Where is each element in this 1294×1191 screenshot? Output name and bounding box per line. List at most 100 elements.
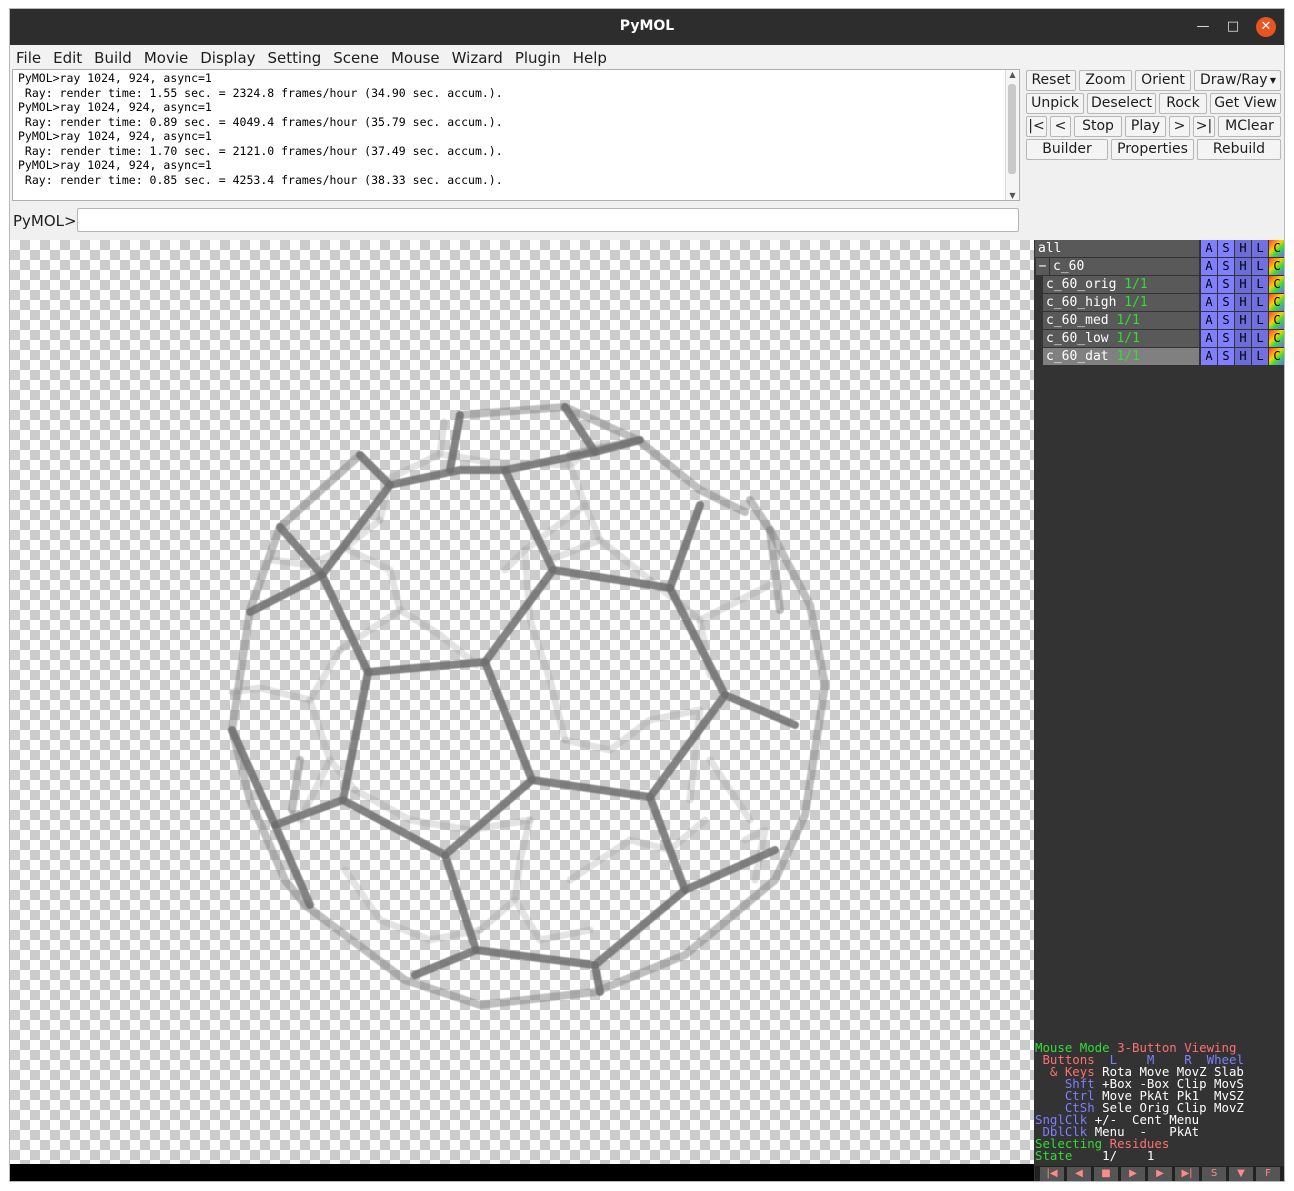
previous-frame-button[interactable]: <	[1050, 116, 1071, 137]
hide-button[interactable]: H	[1235, 312, 1251, 329]
last-frame-button[interactable]: >|	[1193, 116, 1215, 137]
color-button[interactable]: C	[1269, 240, 1284, 257]
triangle-down-icon[interactable]: ▼	[1229, 1167, 1253, 1181]
object-row-c60-orig[interactable]: c_60_orig 1/1 A S H L C	[1043, 276, 1284, 293]
object-row-c60-low[interactable]: c_60_low 1/1 A S H L C	[1043, 330, 1284, 347]
object-name[interactable]: c_60	[1050, 258, 1199, 275]
color-button[interactable]: C	[1269, 294, 1284, 311]
menu-wizard[interactable]: Wizard	[446, 45, 509, 67]
play-icon[interactable]: ▶	[1121, 1167, 1145, 1181]
maximize-icon[interactable]: □	[1223, 17, 1243, 37]
color-button[interactable]: C	[1269, 330, 1284, 347]
color-button[interactable]: C	[1269, 312, 1284, 329]
mouse-mode-panel[interactable]: Mouse Mode 3-Button Viewing Buttons L M …	[1035, 1041, 1284, 1162]
unpick-button[interactable]: Unpick	[1026, 93, 1084, 114]
scroll-down-icon[interactable]: ▼	[1006, 191, 1019, 200]
action-button[interactable]: A	[1201, 348, 1217, 365]
object-name[interactable]: all	[1035, 240, 1199, 257]
action-button[interactable]: A	[1201, 312, 1217, 329]
hide-button[interactable]: H	[1235, 240, 1251, 257]
label-button[interactable]: L	[1252, 330, 1268, 347]
color-button[interactable]: C	[1269, 348, 1284, 365]
menu-plugin[interactable]: Plugin	[509, 45, 567, 67]
object-row-c60-med[interactable]: c_60_med 1/1 A S H L C	[1043, 312, 1284, 329]
object-name[interactable]: c_60_dat 1/1	[1043, 348, 1199, 365]
menu-build[interactable]: Build	[88, 45, 138, 67]
label-button[interactable]: L	[1252, 312, 1268, 329]
zoom-button[interactable]: Zoom	[1079, 70, 1132, 91]
color-button[interactable]: C	[1269, 258, 1284, 275]
step-back-icon[interactable]: ◀	[1067, 1167, 1091, 1181]
first-frame-button[interactable]: |<	[1026, 116, 1047, 137]
draw-ray-button[interactable]: Draw/Ray ▼	[1194, 70, 1281, 91]
rock-button[interactable]: Rock	[1159, 93, 1207, 114]
close-icon[interactable]: ✕	[1256, 17, 1276, 37]
show-button[interactable]: S	[1218, 330, 1234, 347]
properties-button[interactable]: Properties	[1111, 139, 1194, 160]
hide-button[interactable]: H	[1235, 294, 1251, 311]
menu-help[interactable]: Help	[567, 45, 613, 67]
rewind-icon[interactable]: |◀	[1040, 1167, 1064, 1181]
object-row-c60-dat[interactable]: c_60_dat 1/1 A S H L C	[1043, 348, 1284, 365]
play-button[interactable]: Play	[1125, 116, 1166, 137]
menu-setting[interactable]: Setting	[262, 45, 328, 67]
label-button[interactable]: L	[1252, 240, 1268, 257]
object-row-all[interactable]: all A S H L C	[1035, 240, 1284, 257]
hide-button[interactable]: H	[1235, 330, 1251, 347]
object-label: c_60	[1053, 259, 1085, 274]
mclear-button[interactable]: MClear	[1218, 116, 1281, 137]
show-button[interactable]: S	[1218, 348, 1234, 365]
show-button[interactable]: S	[1218, 294, 1234, 311]
action-button[interactable]: A	[1201, 294, 1217, 311]
action-button[interactable]: A	[1201, 330, 1217, 347]
object-row-c60-high[interactable]: c_60_high 1/1 A S H L C	[1043, 294, 1284, 311]
get-view-button[interactable]: Get View	[1210, 93, 1281, 114]
show-button[interactable]: S	[1218, 312, 1234, 329]
hide-button[interactable]: H	[1235, 348, 1251, 365]
builder-button[interactable]: Builder	[1026, 139, 1108, 160]
menu-scene[interactable]: Scene	[327, 45, 385, 67]
scrollbar-thumb[interactable]	[1008, 84, 1016, 174]
reset-button[interactable]: Reset	[1026, 70, 1076, 91]
menu-edit[interactable]: Edit	[47, 45, 88, 67]
label-button[interactable]: L	[1252, 276, 1268, 293]
object-name[interactable]: c_60_low 1/1	[1043, 330, 1199, 347]
collapse-toggle[interactable]: −	[1036, 258, 1049, 275]
menu-display[interactable]: Display	[194, 45, 261, 67]
action-button[interactable]: A	[1201, 276, 1217, 293]
molecule-viewport[interactable]	[10, 240, 1034, 1164]
console-output[interactable]: PyMOL>ray 1024, 924, async=1 Ray: render…	[12, 69, 1020, 201]
console-scrollbar[interactable]: ▲ ▼	[1005, 70, 1019, 200]
show-button[interactable]: S	[1218, 240, 1234, 257]
fast-forward-icon[interactable]: ▶|	[1175, 1167, 1199, 1181]
scene-icon[interactable]: S	[1202, 1167, 1226, 1181]
object-name[interactable]: c_60_high 1/1	[1043, 294, 1199, 311]
object-row-c60-group[interactable]: − c_60 A S H L C	[1035, 258, 1284, 275]
show-button[interactable]: S	[1218, 258, 1234, 275]
label-button[interactable]: L	[1252, 294, 1268, 311]
menu-file[interactable]: File	[10, 45, 47, 67]
object-name[interactable]: c_60_orig 1/1	[1043, 276, 1199, 293]
full-screen-icon[interactable]: F	[1256, 1167, 1280, 1181]
action-button[interactable]: A	[1201, 258, 1217, 275]
color-button[interactable]: C	[1269, 276, 1284, 293]
command-input[interactable]	[77, 208, 1019, 232]
object-name[interactable]: c_60_med 1/1	[1043, 312, 1199, 329]
deselect-button[interactable]: Deselect	[1087, 93, 1156, 114]
scroll-up-icon[interactable]: ▲	[1006, 70, 1019, 79]
menu-mouse[interactable]: Mouse	[385, 45, 446, 67]
stop-icon[interactable]: ■	[1094, 1167, 1118, 1181]
action-button[interactable]: A	[1201, 240, 1217, 257]
show-button[interactable]: S	[1218, 276, 1234, 293]
hide-button[interactable]: H	[1235, 258, 1251, 275]
label-button[interactable]: L	[1252, 348, 1268, 365]
next-frame-button[interactable]: >	[1169, 116, 1190, 137]
stop-button[interactable]: Stop	[1074, 116, 1122, 137]
step-forward-icon[interactable]: ▶	[1148, 1167, 1172, 1181]
menu-movie[interactable]: Movie	[138, 45, 194, 67]
minimize-icon[interactable]: —	[1193, 17, 1213, 37]
orient-button[interactable]: Orient	[1135, 70, 1191, 91]
hide-button[interactable]: H	[1235, 276, 1251, 293]
rebuild-button[interactable]: Rebuild	[1197, 139, 1281, 160]
label-button[interactable]: L	[1252, 258, 1268, 275]
